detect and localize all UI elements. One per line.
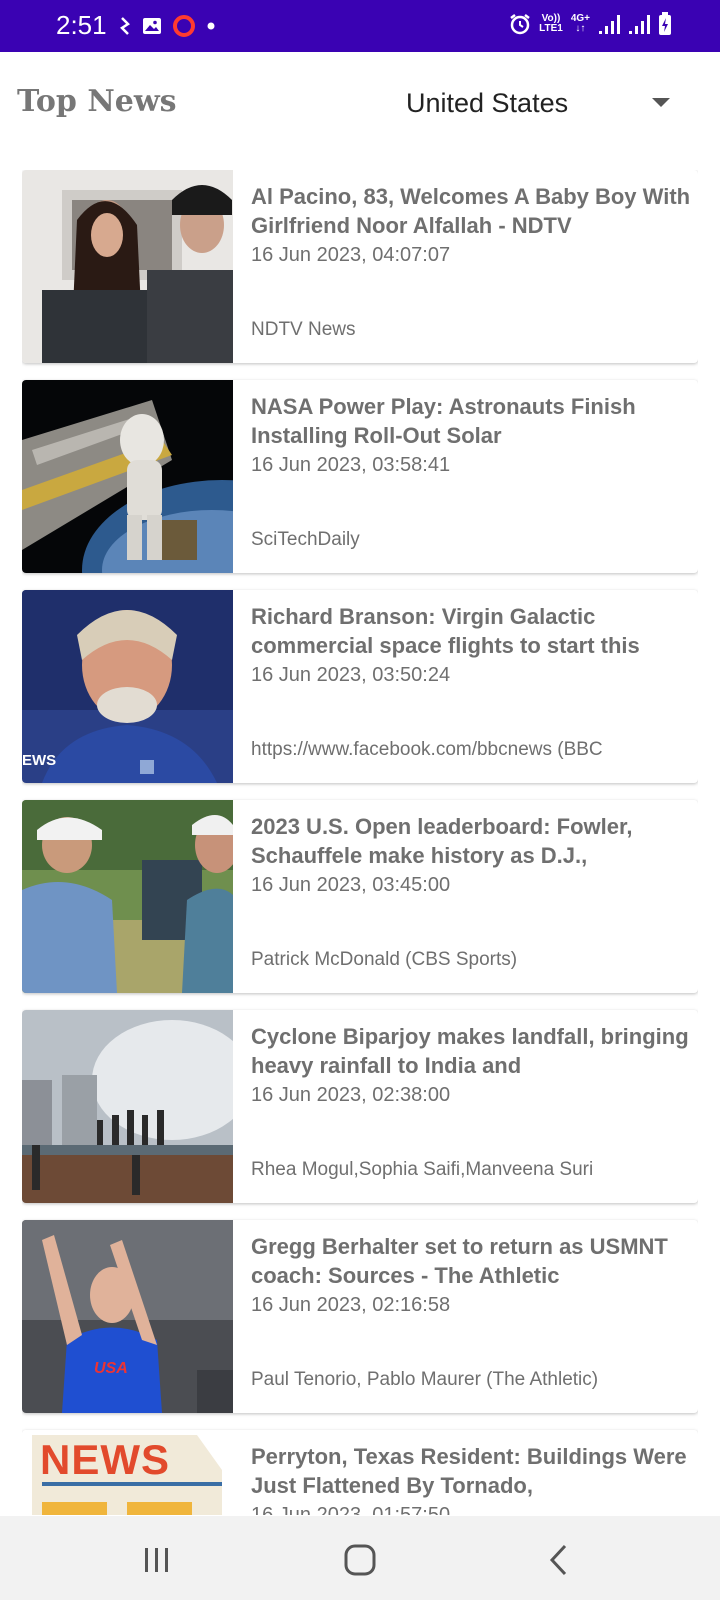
news-source: Patrick McDonald (CBS Sports) (251, 949, 518, 970)
news-source: Paul Tenorio, Pablo Maurer (The Athletic… (251, 1369, 599, 1390)
news-source: https://www.facebook.com/bbcnews (BBC (251, 739, 603, 760)
news-thumbnail (22, 170, 233, 363)
vibrate-icon (120, 17, 130, 35)
news-card[interactable]: Al Pacino, 83, Welcomes A Baby Boy With … (22, 170, 698, 363)
news-headline[interactable]: 2023 U.S. Open leaderboard: Fowler, Scha… (251, 812, 691, 870)
news-date: 16 Jun 2023, 03:45:00 (251, 874, 451, 896)
news-thumbnail (22, 800, 233, 993)
news-thumbnail: NEWS (22, 1430, 233, 1515)
volte-indicator: Vo)) LTE1 (539, 13, 563, 34)
news-thumbnail (22, 380, 233, 573)
system-nav-bar (0, 1516, 720, 1600)
system-icons: Vo)) LTE1 4G+ ↓↑ (509, 12, 672, 36)
status-bar: 2:51 Vo)) LTE1 4G+ ↓↑ (0, 0, 720, 52)
app-header: Top News United States (0, 52, 720, 162)
news-date: 16 Jun 2023, 03:50:24 (251, 664, 451, 686)
news-date: 16 Jun 2023, 03:58:41 (251, 454, 451, 476)
news-date: 16 Jun 2023, 04:07:07 (251, 244, 451, 266)
news-card[interactable]: USA Gregg Berhalter set to return as USM… (22, 1220, 698, 1413)
news-headline[interactable]: Cyclone Biparjoy makes landfall, bringin… (251, 1022, 691, 1080)
home-icon[interactable] (340, 1540, 380, 1580)
news-thumbnail: USA (22, 1220, 233, 1413)
news-date: 16 Jun 2023, 02:16:58 (251, 1294, 451, 1316)
news-source: SciTechDaily (251, 529, 360, 550)
news-card[interactable]: EWS Richard Branson: Virgin Galactic com… (22, 590, 698, 783)
page-title: Top News (17, 84, 177, 119)
news-card[interactable]: NEWS Perryton, Texas Resident: Buildings… (22, 1430, 698, 1515)
battery-icon (659, 12, 671, 35)
news-thumbnail (22, 1010, 233, 1203)
country-selected-value[interactable]: United States (406, 88, 568, 119)
dropdown-arrow-icon[interactable] (652, 98, 670, 107)
news-source: Rhea Mogul,Sophia Saifi,Manveena Suri (251, 1159, 594, 1180)
record-icon (173, 15, 195, 37)
signal-icon (599, 15, 620, 34)
status-time: 2:51 (56, 10, 107, 40)
thumbnail-news-text: NEWS (40, 1436, 170, 1483)
news-card[interactable]: NASA Power Play: Astronauts Finish Insta… (22, 380, 698, 573)
dot-icon (207, 22, 215, 30)
back-icon[interactable] (540, 1540, 580, 1580)
news-headline[interactable]: Al Pacino, 83, Welcomes A Baby Boy With … (251, 182, 691, 240)
news-headline[interactable]: Gregg Berhalter set to return as USMNT c… (251, 1232, 691, 1290)
news-card[interactable]: Cyclone Biparjoy makes landfall, bringin… (22, 1010, 698, 1203)
news-source: NDTV News (251, 319, 356, 340)
news-headline[interactable]: NASA Power Play: Astronauts Finish Insta… (251, 392, 691, 450)
news-list[interactable]: Al Pacino, 83, Welcomes A Baby Boy With … (22, 170, 698, 1515)
news-card[interactable]: 2023 U.S. Open leaderboard: Fowler, Scha… (22, 800, 698, 993)
news-headline[interactable]: Richard Branson: Virgin Galactic commerc… (251, 602, 691, 660)
gallery-icon (143, 18, 161, 34)
news-headline[interactable]: Perryton, Texas Resident: Buildings Were… (251, 1442, 691, 1500)
notification-icons (118, 14, 216, 38)
news-date: 16 Jun 2023, 01:57:50 (251, 1504, 451, 1515)
signal-icon (629, 15, 650, 34)
thumbnail-jersey-text: USA (94, 1360, 128, 1377)
network-type-indicator: 4G+ ↓↑ (570, 13, 590, 34)
news-date: 16 Jun 2023, 02:38:00 (251, 1084, 451, 1106)
recent-apps-icon[interactable] (137, 1540, 177, 1580)
news-thumbnail: EWS (22, 590, 233, 783)
thumbnail-watermark: EWS (22, 752, 57, 769)
alarm-icon (510, 14, 530, 35)
